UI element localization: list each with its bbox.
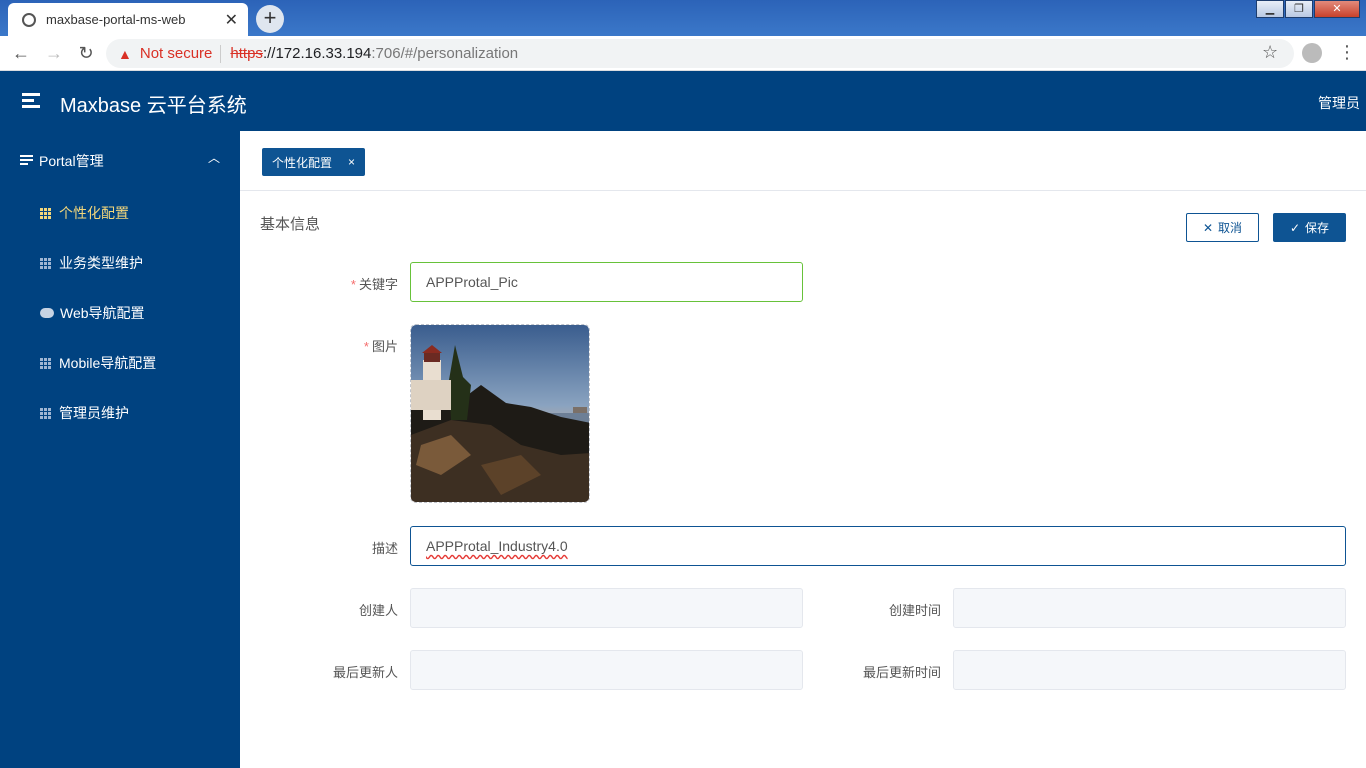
required-mark: * [363, 339, 369, 354]
creator-label: 创建人 [358, 603, 398, 618]
bookmark-star-icon[interactable]: ☆ [1262, 42, 1278, 63]
save-button[interactable]: ✓ 保存 [1273, 213, 1346, 242]
forward-icon[interactable]: → [43, 42, 65, 64]
sidebar-item-mobile-nav[interactable]: Mobile导航配置 [40, 353, 156, 373]
sidebar-item-personalization[interactable]: 个性化配置 [40, 203, 129, 223]
browser-titlebar: maxbase-portal-ms-web ✕ + ▁ ❐ ✕ [0, 0, 1366, 36]
security-status: Not secure [139, 45, 213, 62]
updated-time-input[interactable] [953, 650, 1346, 690]
updater-input[interactable] [410, 650, 803, 690]
created-time-label: 创建时间 [888, 603, 941, 618]
close-icon[interactable]: × [348, 155, 355, 169]
url-scheme: https [230, 45, 263, 62]
keyword-label-text: 关键字 [358, 277, 398, 292]
browser-tab[interactable]: maxbase-portal-ms-web ✕ [8, 3, 248, 36]
minimize-icon[interactable]: ▁ [1256, 0, 1284, 18]
updater-label: 最后更新人 [332, 665, 398, 680]
cloud-icon [40, 308, 54, 318]
keyword-input[interactable]: APPProtal_Pic [410, 262, 803, 302]
divider [220, 44, 222, 63]
list-icon [20, 155, 33, 167]
sidebar: Portal管理 ︿ 个性化配置 业务类型维护 Web导航配置 Mobile导航… [0, 131, 240, 768]
desc-input[interactable]: APPProtal_Industry4.0 [410, 526, 1346, 566]
keyword-label: * 关键字 [300, 274, 398, 293]
reload-icon[interactable]: ↻ [75, 42, 97, 64]
close-icon: ✕ [1202, 220, 1214, 235]
desc-label: 描述 [371, 541, 398, 556]
main-content: 个性化配置 × 基本信息 ✕ 取消 ✓ 保存 * 关键字 APPProtal_Pi… [240, 131, 1366, 768]
page-tabs: 个性化配置 × [240, 131, 1366, 191]
sidebar-item-label: Web导航配置 [60, 305, 145, 321]
lighthouse-image [411, 325, 589, 502]
check-icon: ✓ [1289, 220, 1301, 235]
cancel-label: 取消 [1218, 221, 1243, 235]
sidebar-item-business-type[interactable]: 业务类型维护 [40, 253, 143, 273]
grid-icon [40, 207, 51, 219]
menu-toggle-icon[interactable] [22, 93, 40, 109]
sidebar-item-admin[interactable]: 管理员维护 [40, 403, 129, 423]
image-label: * 图片 [300, 336, 398, 355]
sidebar-item-label: 个性化配置 [59, 205, 129, 221]
grid-icon [40, 357, 51, 369]
menu-group-portal[interactable]: Portal管理 ︿ [20, 151, 220, 171]
app-header: Maxbase 云平台系统 管理员 [0, 71, 1366, 131]
image-upload[interactable] [410, 324, 590, 503]
sidebar-item-web-nav[interactable]: Web导航配置 [40, 303, 145, 323]
grid-icon [40, 407, 51, 419]
menu-group-label: Portal管理 [39, 153, 104, 169]
browser-tab-title: maxbase-portal-ms-web [46, 12, 186, 27]
new-tab-button[interactable]: + [256, 5, 284, 33]
desc-value: APPProtal_Industry4.0 [426, 538, 568, 554]
created-time-input[interactable] [953, 588, 1346, 628]
restore-icon[interactable]: ❐ [1285, 0, 1313, 18]
url-input[interactable]: ▲ Not secure https://172.16.33.194:706/#… [106, 39, 1294, 68]
tab-personalization[interactable]: 个性化配置 × [262, 148, 366, 176]
save-label: 保存 [1305, 221, 1330, 235]
user-menu[interactable]: 管理员 [1318, 93, 1360, 113]
image-label-text: 图片 [371, 339, 398, 354]
window-controls: ▁ ❐ ✕ [1255, 0, 1360, 18]
more-menu-icon[interactable]: ⋮ [1338, 42, 1356, 63]
chevron-up-icon: ︿ [207, 151, 220, 165]
back-icon[interactable]: ← [10, 42, 32, 64]
globe-icon [22, 12, 36, 27]
url-host: ://172.16.33.194 [262, 45, 372, 62]
sidebar-item-label: Mobile导航配置 [59, 355, 157, 371]
address-bar: ← → ↻ ▲ Not secure https://172.16.33.194… [0, 36, 1366, 71]
creator-input[interactable] [410, 588, 803, 628]
section-title: 基本信息 [260, 216, 321, 233]
app-title: Maxbase 云平台系统 [60, 95, 247, 117]
tab-close-icon[interactable]: ✕ [225, 10, 238, 30]
cancel-button[interactable]: ✕ 取消 [1186, 213, 1259, 242]
window-close-icon[interactable]: ✕ [1314, 0, 1360, 18]
required-mark: * [350, 277, 356, 292]
url-path: :706/#/personalization [371, 45, 519, 62]
grid-icon [40, 257, 51, 269]
profile-avatar-icon[interactable] [1302, 43, 1322, 63]
sidebar-item-label: 业务类型维护 [59, 255, 143, 271]
updated-time-label: 最后更新时间 [862, 665, 941, 680]
sidebar-item-label: 管理员维护 [59, 405, 129, 421]
tab-label: 个性化配置 [272, 155, 333, 170]
warning-icon: ▲ [118, 45, 132, 62]
